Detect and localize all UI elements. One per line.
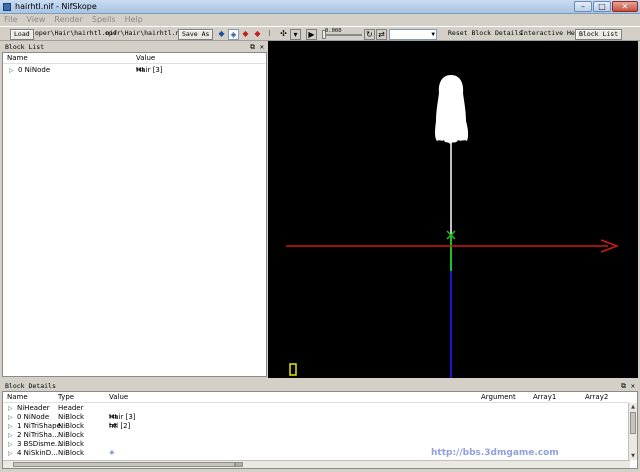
table-row[interactable]: ▷ 0 NiNode NiBlock txt Hair [3] bbox=[3, 413, 630, 422]
block-value: Hair [3] bbox=[136, 66, 163, 74]
window-controls: – □ ✕ bbox=[573, 1, 638, 13]
row-name: NiHeader bbox=[17, 404, 50, 412]
menu-help[interactable]: Help bbox=[125, 14, 143, 26]
close-icon[interactable]: ✕ bbox=[260, 42, 264, 52]
row-type: NiBlock bbox=[58, 449, 85, 457]
row-type: NiBlock bbox=[58, 440, 85, 448]
textures-icon[interactable]: ◈ bbox=[228, 29, 239, 40]
block-list-button[interactable]: Block List bbox=[575, 29, 623, 40]
block-details-panel-title: Block Details ⧉ ✕ bbox=[2, 381, 638, 391]
row-name: 2 NiTriSha... bbox=[17, 431, 59, 439]
row-name: 4 NiSkinD... bbox=[17, 449, 58, 457]
animation-time-value: 0.000 bbox=[325, 28, 342, 34]
link-icon[interactable]: ✳ bbox=[109, 449, 115, 458]
table-row[interactable]: ▷ 1 NiTriShape NiBlock txt htl [2] bbox=[3, 422, 630, 431]
render-viewport[interactable] bbox=[268, 41, 638, 378]
row-value: htl [2] bbox=[109, 422, 131, 430]
block-list-tree[interactable]: Name Value ▷ 0 NiNode txt Hair [3] bbox=[2, 52, 267, 377]
column-value[interactable]: Value bbox=[136, 53, 155, 64]
expand-icon[interactable]: ▷ bbox=[8, 431, 13, 440]
tree-row[interactable]: ▷ 0 NiNode txt Hair [3] bbox=[3, 66, 266, 75]
row-type: NiBlock bbox=[58, 431, 85, 439]
scrollbar-grip[interactable] bbox=[235, 462, 243, 467]
chevron-down-icon: ▼ bbox=[431, 31, 435, 38]
float-icon[interactable]: ⧉ bbox=[250, 42, 255, 52]
column-value[interactable]: Value bbox=[109, 392, 128, 403]
menu-view[interactable]: View bbox=[26, 14, 45, 26]
row-name: 1 NiTriShape bbox=[17, 422, 61, 430]
column-name[interactable]: Name bbox=[7, 53, 28, 64]
close-button[interactable]: ✕ bbox=[612, 1, 638, 12]
switch-icon[interactable]: ⇄ bbox=[376, 29, 387, 40]
window-title: hairhtl.nif - NifSkope bbox=[15, 2, 97, 11]
menu-file[interactable]: File bbox=[4, 14, 17, 26]
menu-spells[interactable]: Spells bbox=[92, 14, 116, 26]
load-button[interactable]: Load bbox=[10, 29, 34, 40]
save-as-button[interactable]: Save As bbox=[178, 29, 214, 40]
minimize-button[interactable]: – bbox=[574, 1, 592, 12]
scroll-up-icon[interactable]: ▲ bbox=[629, 403, 637, 411]
hair-model bbox=[435, 75, 469, 144]
interactive-help-button[interactable]: Interactive Help bbox=[519, 29, 584, 40]
selection-marker bbox=[289, 363, 297, 376]
title-bar: hairhtl.nif - NifSkope – □ ✕ bbox=[0, 0, 640, 14]
scrollbar-thumb[interactable] bbox=[13, 462, 235, 467]
row-type: NiBlock bbox=[58, 413, 85, 421]
column-type[interactable]: Type bbox=[58, 392, 74, 403]
block-details-table[interactable]: Name Type Value Argument Array1 Array2 ▷… bbox=[2, 391, 638, 469]
block-list-header: Name Value bbox=[3, 53, 266, 64]
table-row[interactable]: ▷ NiHeader Header bbox=[3, 404, 630, 413]
block-list-panel-title: Block List ⧉ ✕ bbox=[2, 42, 267, 52]
float-icon[interactable]: ⧉ bbox=[621, 381, 626, 391]
block-list-title: Block List bbox=[5, 43, 45, 51]
horizontal-scrollbar[interactable] bbox=[3, 460, 630, 468]
animation-select[interactable]: ▼ bbox=[389, 29, 437, 40]
view-fit-icon[interactable]: ◆ bbox=[216, 29, 227, 40]
maximize-button[interactable]: □ bbox=[593, 1, 611, 12]
scrollbar-thumb[interactable] bbox=[630, 412, 636, 434]
column-array1[interactable]: Array1 bbox=[533, 392, 556, 403]
reset-block-details-button[interactable]: Reset Block Details bbox=[447, 29, 523, 40]
row-type: Header bbox=[58, 404, 84, 412]
shader-icon[interactable]: ◆ bbox=[252, 29, 263, 40]
block-details-title: Block Details bbox=[5, 382, 56, 390]
scroll-down-icon[interactable]: ▼ bbox=[629, 452, 637, 460]
row-name: 0 NiNode bbox=[17, 413, 50, 421]
column-array2[interactable]: Array2 bbox=[585, 392, 608, 403]
app-icon bbox=[3, 3, 11, 11]
column-argument[interactable]: Argument bbox=[481, 392, 516, 403]
menu-render[interactable]: Render bbox=[54, 14, 82, 26]
play-icon[interactable]: ▶ bbox=[306, 29, 317, 40]
lighting-icon[interactable]: ◆ bbox=[240, 29, 251, 40]
table-row[interactable]: ▷ 2 NiTriSha... NiBlock bbox=[3, 431, 630, 440]
scene-canvas bbox=[286, 75, 620, 378]
menu-bar: File View Render Spells Help bbox=[0, 14, 640, 26]
vertex-icon[interactable]: ⁝ bbox=[264, 29, 275, 40]
details-header: Name Type Value Argument Array1 Array2 bbox=[3, 392, 630, 403]
save-path-field[interactable]: oper\Hair\hairhtl.nif bbox=[104, 29, 188, 40]
vertical-scrollbar[interactable]: ▲ ▼ bbox=[628, 403, 637, 460]
row-name: 3 BSDisme... bbox=[17, 440, 62, 448]
row-type: NiBlock bbox=[58, 422, 85, 430]
toolbar: Load oper\Hair\hairhtl.nif oper\Hair\hai… bbox=[0, 26, 640, 41]
block-name: 0 NiNode bbox=[18, 66, 51, 74]
expand-icon[interactable]: ▷ bbox=[8, 440, 13, 449]
close-icon[interactable]: ✕ bbox=[631, 381, 635, 391]
row-value: Hair [3] bbox=[109, 413, 136, 421]
expand-icon[interactable]: ▷ bbox=[9, 66, 14, 75]
loop-icon[interactable]: ↻ bbox=[364, 29, 375, 40]
expand-icon[interactable]: ▷ bbox=[8, 413, 13, 422]
expand-icon[interactable]: ▷ bbox=[8, 404, 13, 413]
watermark-text: http://bbs.3dmgame.com bbox=[431, 448, 559, 458]
expand-icon[interactable]: ▷ bbox=[8, 449, 13, 458]
expand-icon[interactable]: ▷ bbox=[8, 422, 13, 431]
column-name[interactable]: Name bbox=[7, 392, 28, 403]
axes-icon[interactable]: ✣ bbox=[278, 29, 289, 40]
view-menu-icon[interactable]: ▾ bbox=[290, 29, 301, 40]
